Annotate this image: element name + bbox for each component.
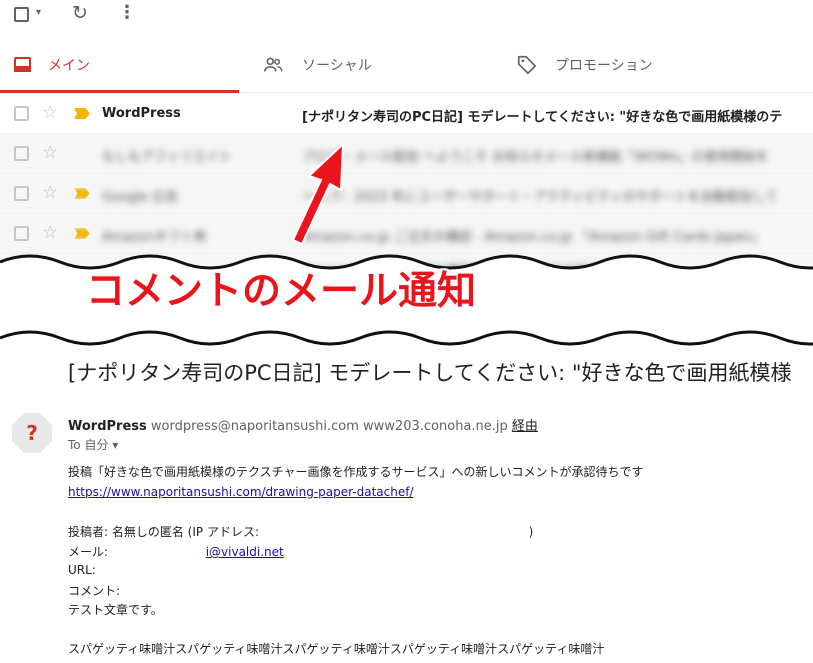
- post-link[interactable]: https://www.naporitansushi.com/drawing-p…: [68, 485, 414, 499]
- people-icon: [263, 57, 283, 72]
- star-icon[interactable]: ☆: [42, 102, 58, 123]
- row-checkbox[interactable]: [14, 186, 29, 201]
- sender-email: wordpress@naporitansushi.com www203.cono…: [150, 419, 508, 434]
- sender-line: WordPress wordpress@naporitansushi.com w…: [68, 415, 538, 434]
- tab-social[interactable]: ソーシャル: [262, 37, 502, 93]
- row-checkbox[interactable]: [14, 146, 29, 161]
- body-line-footer: スパゲッティ味噌汁スパゲッティ味噌汁スパゲッティ味噌汁スパゲッティ味噌汁スパゲッ…: [68, 642, 605, 656]
- email-subject: [ナポリタン寿司のPC日記] モデレートしてください: "好きな色で画用紙模様の…: [302, 110, 783, 125]
- body-line-comment-text: テスト文章です。: [68, 603, 163, 617]
- important-marker-icon[interactable]: [74, 188, 90, 199]
- star-icon[interactable]: ☆: [42, 222, 58, 243]
- email-row[interactable]: ☆ Amazonギフト券 Amazon.co.jp ご注文の確認 - Amazo…: [0, 214, 813, 254]
- important-marker-icon[interactable]: [74, 108, 90, 119]
- question-mark-icon: ?: [26, 421, 38, 445]
- email-subject: Amazon.co.jp ご注文の確認 - Amazon.co.jp 「Amaz…: [302, 230, 764, 245]
- tag-icon: [517, 55, 537, 75]
- recipient-line[interactable]: To 自分 ▾: [68, 436, 118, 453]
- refresh-icon[interactable]: ↻: [72, 2, 88, 24]
- author-close: ): [528, 525, 534, 539]
- tab-promotions-label: プロモーション: [555, 58, 653, 74]
- important-marker-icon[interactable]: [74, 228, 90, 239]
- category-tabs: メイン ソーシャル プロモーション: [0, 37, 813, 93]
- inbox-icon: [12, 54, 34, 76]
- email-row[interactable]: ☆ もしもアフィリエイト ブログ・メール配信 へようこそ お知らせメール新機能「…: [0, 134, 813, 174]
- tab-social-label: ソーシャル: [302, 58, 372, 74]
- email-sender: Amazonギフト券: [102, 230, 207, 245]
- mail-label: メール:: [68, 545, 109, 559]
- body-line-comment-label: コメント:: [68, 584, 121, 598]
- via-link[interactable]: 経由: [512, 419, 538, 434]
- email-row[interactable]: ☆ WordPress [ナポリタン寿司のPC日記] モデレートしてください: …: [0, 94, 813, 134]
- red-arrow-icon: [291, 141, 345, 245]
- row-checkbox[interactable]: [14, 226, 29, 241]
- body-line-mail: メール: i@vivaldi.net: [68, 543, 284, 560]
- author-label: 投稿者: 名無しの匿名 (IP アドレス:: [68, 525, 259, 539]
- email-sender: WordPress: [102, 106, 181, 121]
- email-sender: Google 広告: [102, 190, 178, 205]
- tab-promotions[interactable]: プロモーション: [516, 37, 776, 93]
- sender-name: WordPress: [68, 419, 147, 434]
- star-icon[interactable]: ☆: [42, 142, 58, 163]
- tab-main[interactable]: メイン: [0, 37, 239, 93]
- email-row[interactable]: ☆ Google 広告 ヘルプ：2023 年にユーザーサポート・アクティビティの…: [0, 174, 813, 214]
- tab-main-label: メイン: [48, 58, 90, 74]
- email-subject: ヘルプ：2023 年にユーザーサポート・アクティビティのサポートを自動配信して: [302, 190, 779, 205]
- toolbar: ▾ ↻ ⋮: [0, 0, 813, 36]
- row-checkbox[interactable]: [14, 106, 29, 121]
- body-line-author: 投稿者: 名無しの匿名 (IP アドレス: ): [68, 523, 533, 540]
- avatar: ?: [12, 413, 52, 453]
- select-all-checkbox[interactable]: [14, 7, 29, 22]
- mail-value-link[interactable]: i@vivaldi.net: [206, 545, 284, 559]
- select-menu-caret-icon[interactable]: ▾: [36, 7, 41, 18]
- body-line-notice: 投稿「好きな色で画用紙模様のテクスチャー画像を作成するサービス」への新しいコメン…: [68, 465, 644, 479]
- body-line-url: URL:: [68, 563, 96, 577]
- recipient-label: To 自分: [68, 438, 109, 452]
- star-icon[interactable]: ☆: [42, 182, 58, 203]
- email-sender: もしもアフィリエイト: [102, 150, 232, 165]
- message-subject: [ナポリタン寿司のPC日記] モデレートしてください: "好きな色で画用紙模様: [68, 361, 792, 385]
- more-options-icon[interactable]: ⋮: [118, 2, 136, 23]
- recipient-caret-icon[interactable]: ▾: [112, 438, 118, 452]
- annotation-label: コメントのメール通知: [86, 269, 477, 314]
- email-subject: ブログ・メール配信 へようこそ お知らせメール新機能「WOWs」の使用開始を: [302, 150, 769, 165]
